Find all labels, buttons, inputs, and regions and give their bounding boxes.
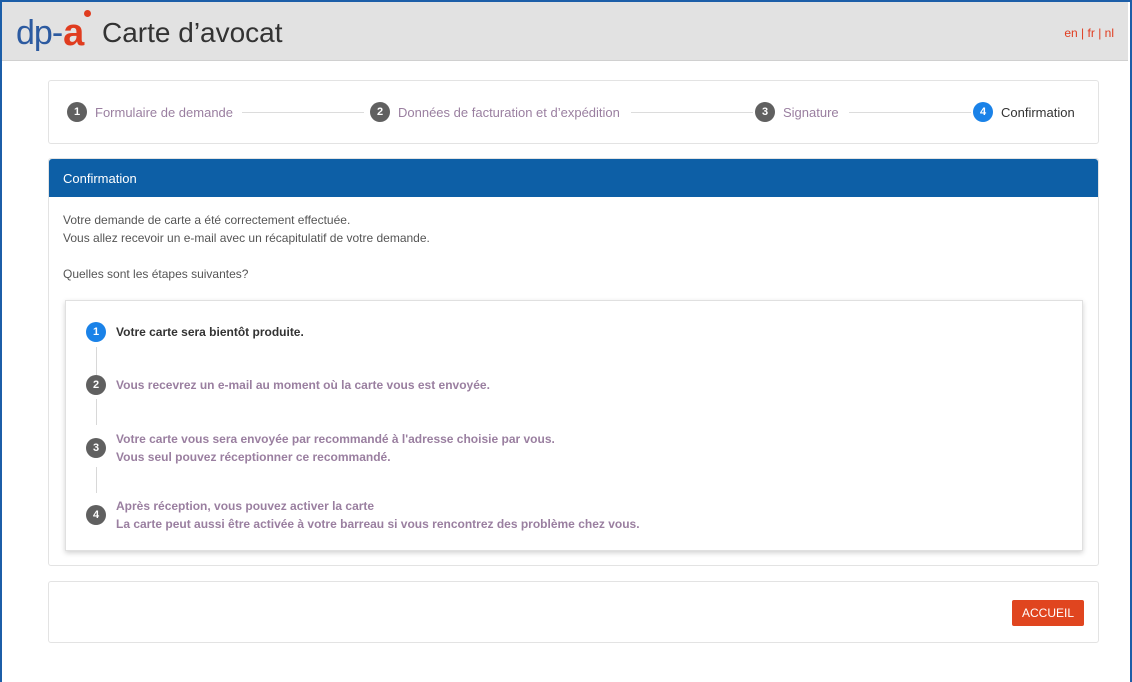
confirmation-panel: Confirmation Votre demande de carte a ét… xyxy=(48,158,1099,566)
next-step-number: 2 xyxy=(86,375,106,395)
top-bar: dp - a Carte d’avocat en | fr | nl xyxy=(2,2,1128,61)
step-formulaire[interactable]: 1 Formulaire de demande xyxy=(67,102,236,122)
next-step-text: Votre carte vous sera envoyée par recomm… xyxy=(116,432,555,446)
next-step-text: Après réception, vous pouvez activer la … xyxy=(116,499,375,513)
next-steps-card: 1 Votre carte sera bientôt produite. 2 V… xyxy=(65,300,1083,551)
step-number-badge: 1 xyxy=(67,102,87,122)
next-step-number: 1 xyxy=(86,322,106,342)
step-number-badge: 3 xyxy=(755,102,775,122)
panel-header: Confirmation xyxy=(49,159,1098,197)
home-button[interactable]: ACCUEIL xyxy=(1011,600,1084,626)
timeline-connector xyxy=(96,399,97,425)
step-confirmation[interactable]: 4 Confirmation xyxy=(973,102,1075,122)
logo-dash: - xyxy=(51,14,64,52)
stepper-connector xyxy=(631,112,753,113)
step-number-badge: 4 xyxy=(973,102,993,122)
app-title: Carte d’avocat xyxy=(102,17,283,48)
step-signature[interactable]: 3 Signature xyxy=(755,102,841,122)
language-separator: | xyxy=(1081,26,1085,40)
step-label: Signature xyxy=(783,104,841,120)
logo-a: a xyxy=(63,10,92,54)
stepper-connector xyxy=(242,112,364,113)
action-bar: ACCUEIL xyxy=(48,581,1099,643)
language-nl[interactable]: nl xyxy=(1105,26,1114,40)
dpa-logo[interactable]: dp - a xyxy=(16,4,92,54)
next-step-text: Votre carte sera bientôt produite. xyxy=(116,325,304,339)
next-step-text: Vous seul pouvez réceptionner ce recomma… xyxy=(116,450,391,464)
language-fr[interactable]: fr xyxy=(1088,26,1095,40)
step-label: Données de facturation et d’expédition xyxy=(398,104,622,120)
timeline-connector xyxy=(96,467,97,493)
email-notice: Vous allez recevoir un e-mail avec un ré… xyxy=(63,231,430,245)
step-facturation[interactable]: 2 Données de facturation et d’expédition xyxy=(370,102,622,122)
next-step-number: 3 xyxy=(86,438,106,458)
timeline-connector xyxy=(96,347,97,375)
next-step-text: Vous recevrez un e-mail au moment où la … xyxy=(116,378,490,392)
next-step-text: La carte peut aussi être activée à votre… xyxy=(116,517,640,531)
window-frame-left xyxy=(0,0,2,682)
next-steps-question: Quelles sont les étapes suivantes? xyxy=(63,267,249,281)
logo-dp: dp xyxy=(16,14,53,52)
stepper-connector xyxy=(849,112,971,113)
progress-stepper: 1 Formulaire de demande 2 Données de fac… xyxy=(48,80,1099,144)
next-step-number: 4 xyxy=(86,505,106,525)
language-en[interactable]: en xyxy=(1064,26,1077,40)
step-number-badge: 2 xyxy=(370,102,390,122)
step-label: Formulaire de demande xyxy=(95,104,236,120)
step-label: Confirmation xyxy=(1001,104,1075,120)
confirmation-message: Votre demande de carte a été correctemen… xyxy=(63,213,351,227)
language-separator: | xyxy=(1098,26,1102,40)
language-switcher: en | fr | nl xyxy=(1064,26,1114,40)
